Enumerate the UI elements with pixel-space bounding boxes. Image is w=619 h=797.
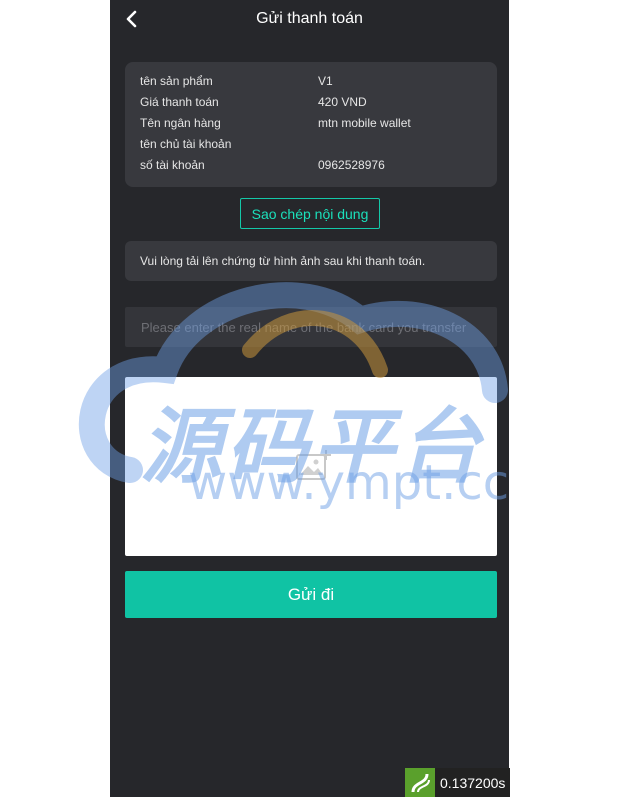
image-upload-area[interactable] xyxy=(125,377,497,556)
info-label: tên chủ tài khoản xyxy=(140,137,232,151)
add-image-icon xyxy=(296,450,331,480)
submit-button[interactable]: Gửi đi xyxy=(125,571,497,618)
timer-value: 0.137200s xyxy=(440,775,506,791)
real-name-input[interactable] xyxy=(125,307,497,347)
load-timer: 0.137200s xyxy=(405,768,510,797)
info-row-account-holder: tên chủ tài khoản xyxy=(140,137,490,155)
info-label: tên sản phẩm xyxy=(140,74,213,88)
info-label: Giá thanh toán xyxy=(140,95,219,109)
phone-screen: Gửi thanh toán tên sản phẩm V1 Giá thanh… xyxy=(110,0,509,797)
info-row-account-number: số tài khoản 0962528976 xyxy=(140,158,490,176)
payment-info-card: tên sản phẩm V1 Giá thanh toán 420 VND T… xyxy=(125,62,497,187)
info-row-product: tên sản phẩm V1 xyxy=(140,74,490,92)
logo-icon xyxy=(405,768,435,797)
page-title: Gửi thanh toán xyxy=(256,10,363,27)
info-label: Tên ngân hàng xyxy=(140,116,221,130)
info-row-bank: Tên ngân hàng mtn mobile wallet xyxy=(140,116,490,134)
info-value: V1 xyxy=(318,74,333,88)
info-value: mtn mobile wallet xyxy=(318,116,411,130)
info-label: số tài khoản xyxy=(140,158,205,172)
upload-notice: Vui lòng tải lên chứng từ hình ảnh sau k… xyxy=(125,241,497,281)
notice-text: Vui lòng tải lên chứng từ hình ảnh sau k… xyxy=(140,254,426,268)
info-value: 0962528976 xyxy=(318,158,385,172)
header: Gửi thanh toán xyxy=(110,0,509,40)
info-value: 420 VND xyxy=(318,95,367,109)
copy-content-button[interactable]: Sao chép nội dung xyxy=(240,198,380,229)
info-row-price: Giá thanh toán 420 VND xyxy=(140,95,490,113)
